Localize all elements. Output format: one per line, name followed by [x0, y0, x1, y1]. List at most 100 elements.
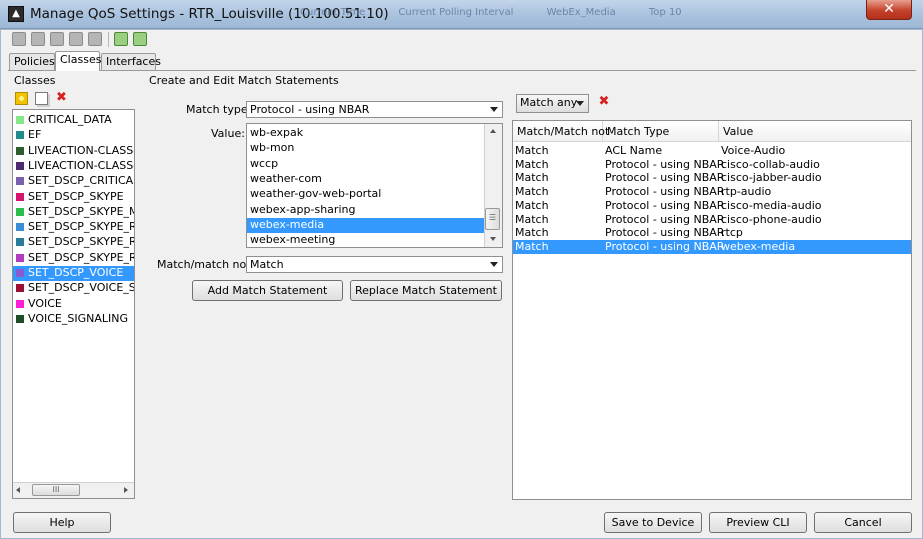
table-row[interactable]: Match Protocol - using NBAR webex-media	[513, 239, 911, 254]
class-list-item[interactable]: VOICE	[13, 297, 134, 312]
class-list-item[interactable]: VOICE_SIGNALING	[13, 312, 134, 327]
delete-statement-icon[interactable]: ✖	[597, 95, 611, 110]
table-row[interactable]: Match Protocol - using NBAR cisco-jabber-a…	[513, 171, 911, 185]
class-label: SET_DSCP_VOICE_SIG	[28, 281, 134, 295]
deploy-icon[interactable]	[88, 32, 102, 46]
background-tab: Current Polling Interval	[398, 7, 514, 18]
help-button[interactable]: Help	[13, 512, 111, 533]
scroll-up-icon[interactable]	[490, 129, 496, 133]
class-label: SET_DSCP_SKYPE_RT	[28, 250, 134, 264]
tab-classes[interactable]: Classes	[55, 51, 101, 71]
row-match-type-cell: Protocol - using NBAR	[605, 239, 725, 253]
class-list-item[interactable]: EF	[13, 128, 134, 143]
edit-panel-heading: Create and Edit Match Statements	[149, 74, 339, 87]
class-label: CRITICAL_DATA	[28, 113, 112, 126]
class-list-item[interactable]: SET_DSCP_CRITICAL_	[13, 174, 134, 189]
scroll-right-icon[interactable]	[124, 487, 128, 493]
value-option[interactable]: webex-meeting	[247, 233, 485, 247]
scroll-thumb[interactable]: III	[32, 484, 80, 496]
tab-interfaces[interactable]: Interfaces	[101, 53, 161, 70]
match-type-select[interactable]: Protocol - using NBAR	[246, 101, 503, 118]
row-match-cell: Match	[515, 144, 549, 157]
scroll-down-icon[interactable]	[490, 237, 496, 241]
match-type-label: Match type:	[186, 103, 252, 116]
class-color-swatch	[16, 192, 24, 201]
class-label: SET_DSCP_CRITICAL_	[28, 174, 134, 188]
row-match-type-cell: Protocol - using NBAR	[605, 157, 725, 171]
table-row[interactable]: Match Protocol - using NBAR rtcp	[513, 226, 911, 240]
class-list-item[interactable]: SET_DSCP_VOICE_SIG	[13, 281, 134, 296]
class-list-item[interactable]: SET_DSCP_SKYPE_RT	[13, 220, 134, 235]
table-row[interactable]: Match Protocol - using NBAR cisco-media-au…	[513, 199, 911, 213]
class-color-swatch	[16, 207, 24, 216]
row-match-cell: Match	[515, 198, 549, 212]
scroll-thumb[interactable]: ☰	[485, 208, 500, 230]
class-list-item[interactable]: SET_DSCP_SKYPE_RT	[13, 251, 134, 266]
row-value-cell: cisco-jabber-audio	[721, 171, 822, 185]
add-class-icon[interactable]	[15, 92, 28, 105]
last-page-icon[interactable]	[69, 32, 83, 46]
row-match-type-cell: Protocol - using NBAR	[605, 212, 725, 226]
class-color-swatch	[16, 284, 24, 293]
save-to-device-button[interactable]: Save to Device	[604, 512, 702, 533]
column-header-match-type[interactable]: Match Type	[603, 121, 719, 142]
class-list-item[interactable]: LIVEACTION-CLASS-A	[13, 144, 134, 159]
column-header-match[interactable]: Match/Match not	[513, 121, 609, 142]
class-list-item[interactable]: LIVEACTION-CLASS-M	[13, 159, 134, 174]
match-not-select[interactable]: Match	[246, 256, 503, 273]
scroll-left-icon[interactable]	[16, 487, 20, 493]
class-list[interactable]: CRITICAL_DATA EF LIVEACTION-CLASS-A LIVEACT…	[12, 109, 135, 499]
value-option[interactable]: webex-app-sharing	[247, 203, 485, 218]
class-label: VOICE	[28, 296, 62, 310]
class-label: SET_DSCP_SKYPE_MS	[28, 204, 134, 218]
replace-match-statement-button[interactable]: Replace Match Statement	[350, 280, 502, 301]
class-color-swatch	[16, 223, 24, 232]
table-row[interactable]: Match Protocol - using NBAR cisco-collab-a…	[513, 158, 911, 172]
cancel-button[interactable]: Cancel	[814, 512, 912, 533]
tab-divider	[8, 70, 916, 71]
add-match-statement-button[interactable]: Add Match Statement	[192, 280, 343, 301]
class-color-swatch	[16, 269, 24, 277]
match-type-value: Protocol - using NBAR	[250, 103, 370, 116]
value-label: Value:	[211, 127, 245, 140]
preview-cli-button[interactable]: Preview CLI	[709, 512, 807, 533]
column-header-value[interactable]: Value	[719, 121, 911, 142]
previous-page-icon[interactable]	[31, 32, 45, 46]
row-value-cell: webex-media	[721, 239, 796, 253]
match-any-select[interactable]: Match any	[516, 94, 589, 113]
chevron-down-icon	[490, 262, 498, 267]
value-option[interactable]: webex-media	[247, 217, 485, 233]
background-window-tabs: Current Time Current Polling Interval We…	[300, 7, 712, 18]
value-option[interactable]: wccp	[247, 157, 485, 172]
class-list-item[interactable]: CRITICAL_DATA	[13, 113, 134, 128]
close-button[interactable]: ✕	[866, 0, 912, 20]
table-header: Match/Match not Match Type Value	[513, 121, 911, 142]
row-match-cell: Match	[515, 212, 549, 226]
value-option[interactable]: wb-mon	[247, 141, 485, 156]
refresh-icon[interactable]	[114, 32, 128, 46]
app-icon: ▲	[8, 6, 24, 22]
row-value-cell: cisco-phone-audio	[721, 212, 822, 226]
sync-icon[interactable]	[133, 32, 147, 46]
class-label: EF	[28, 128, 42, 142]
class-color-swatch	[16, 146, 24, 155]
value-list[interactable]: wb-expak wb-mon wccp weather-com weather-gov…	[246, 123, 503, 248]
table-row[interactable]: Match ACL Name Voice-Audio	[513, 144, 911, 158]
first-page-icon[interactable]	[12, 32, 26, 46]
tab-policies[interactable]: Policies	[9, 53, 55, 70]
class-list-item[interactable]: SET_DSCP_VOICE	[13, 266, 134, 281]
background-tab: Top 10	[648, 7, 682, 18]
class-label: SET_DSCP_SKYPE	[28, 189, 124, 203]
next-page-icon[interactable]	[50, 32, 64, 46]
delete-class-icon[interactable]: ✖	[55, 91, 68, 105]
value-option[interactable]: weather-gov-web-portal	[247, 187, 485, 202]
copy-class-icon[interactable]	[35, 92, 48, 105]
class-list-item[interactable]: SET_DSCP_SKYPE_RT	[13, 235, 134, 250]
table-row[interactable]: Match Protocol - using NBAR rtp-audio	[513, 185, 911, 199]
value-option[interactable]: weather-com	[247, 172, 485, 187]
class-list-item[interactable]: SET_DSCP_SKYPE	[13, 190, 134, 205]
value-option[interactable]: wb-expak	[247, 126, 485, 141]
class-list-item[interactable]: SET_DSCP_SKYPE_MS	[13, 205, 134, 220]
chevron-down-icon	[576, 101, 584, 106]
table-row[interactable]: Match Protocol - using NBAR cisco-phone-au…	[513, 213, 911, 227]
